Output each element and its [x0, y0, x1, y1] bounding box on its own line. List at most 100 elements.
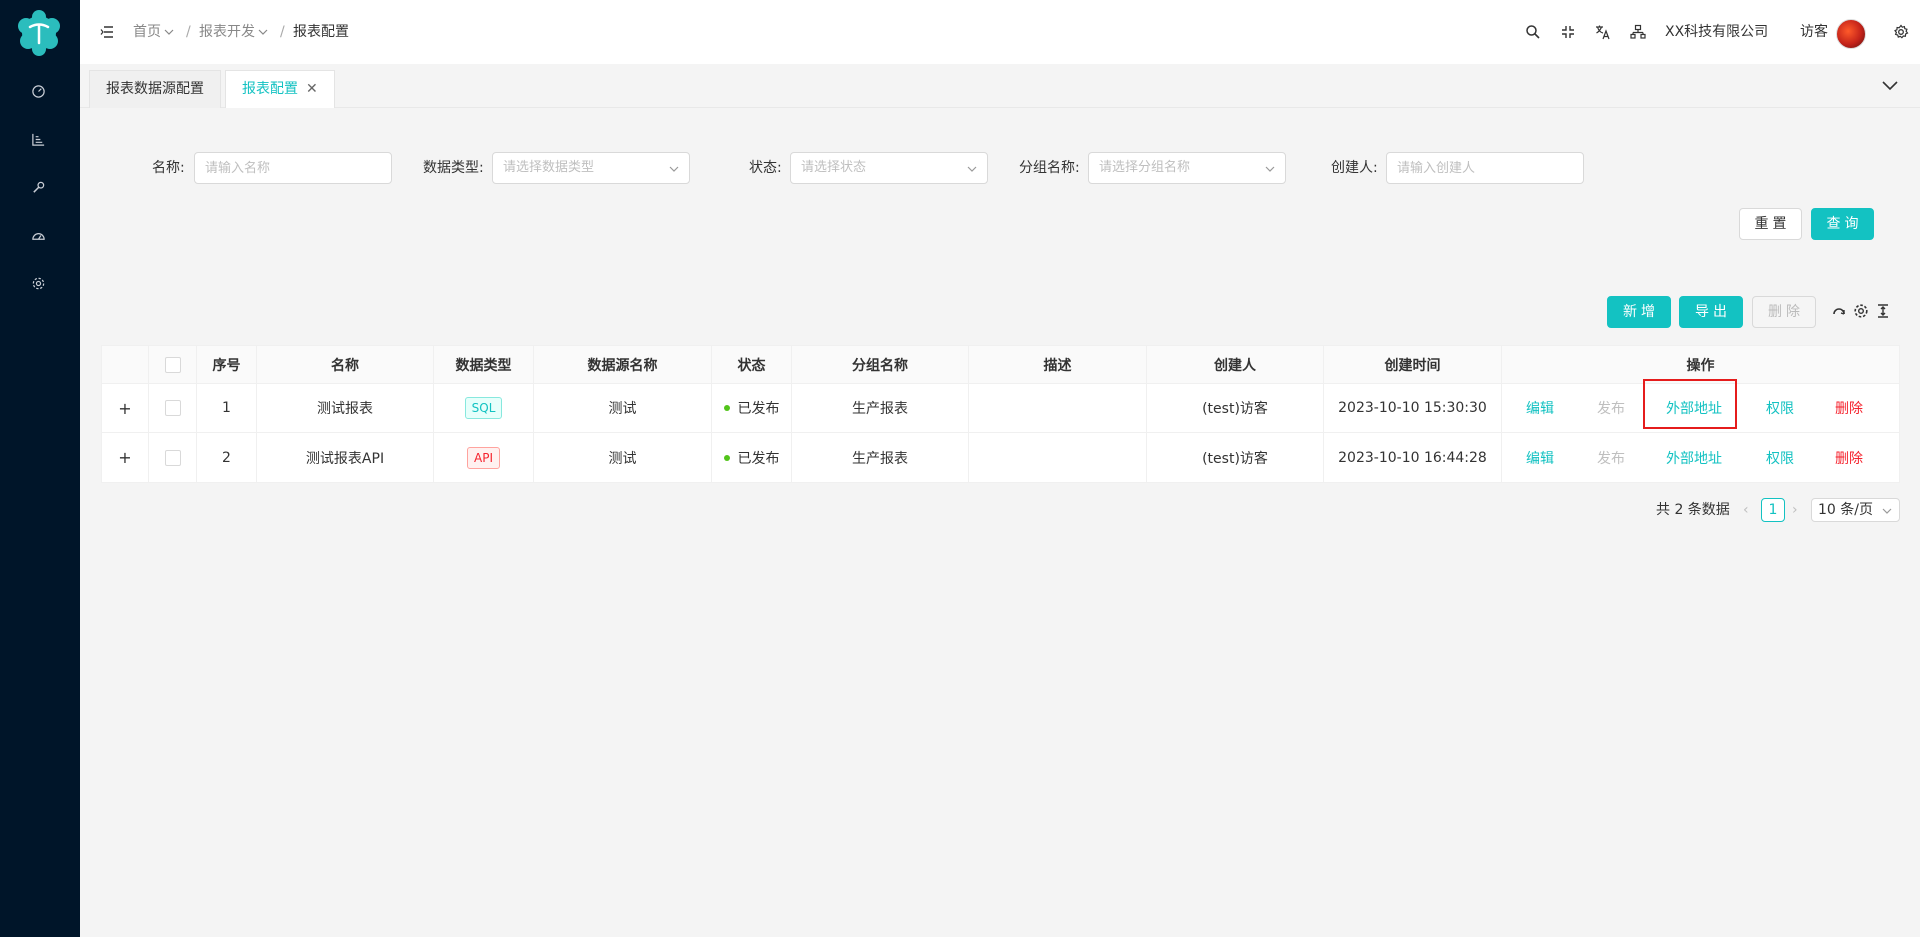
fullscreen-icon[interactable]	[1558, 22, 1578, 42]
breadcrumb-report-dev[interactable]: 报表开发	[199, 22, 268, 42]
avatar[interactable]	[1836, 19, 1866, 49]
chevron-down-icon	[258, 22, 268, 42]
chevron-down-icon	[1265, 166, 1275, 172]
pagination-total: 共 2 条数据	[1656, 502, 1730, 518]
row-select	[149, 384, 197, 432]
reset-button[interactable]: 重置	[1739, 208, 1802, 240]
status-select[interactable]: 请选择状态	[790, 152, 988, 184]
col-header[interactable]: 序号	[197, 346, 257, 383]
group-name-select[interactable]: 请选择分组名称	[1088, 152, 1286, 184]
col-header[interactable]: 数据源名称	[534, 346, 712, 383]
page-number-current[interactable]: 1	[1761, 498, 1785, 522]
row-created: 2023-10-10 16:44:28	[1324, 433, 1502, 482]
row-index: 1	[197, 384, 257, 432]
dashboard-icon[interactable]	[28, 81, 48, 101]
col-header[interactable]: 创建时间	[1324, 346, 1502, 383]
close-icon[interactable]: ✕	[306, 71, 318, 108]
expand-row-button[interactable]: +	[102, 384, 149, 432]
chevron-down-icon[interactable]	[1880, 76, 1900, 96]
row-status: 已发布	[712, 433, 792, 482]
user-name[interactable]: 访客	[1800, 22, 1828, 42]
delete-link[interactable]: 删除	[1835, 384, 1863, 432]
status-text: 已发布	[737, 401, 780, 417]
table-header: 序号 名称 数据类型 数据源名称 状态 分组名称 描述 创建人 创建时间 操作	[102, 346, 1899, 384]
publish-link[interactable]: 发布	[1597, 433, 1625, 482]
col-header[interactable]: 数据类型	[434, 346, 534, 383]
publish-link[interactable]: 发布	[1597, 384, 1625, 432]
row-name: 测试报表	[257, 384, 434, 432]
col-header[interactable]: 名称	[257, 346, 434, 383]
data-type-placeholder: 请选择数据类型	[503, 160, 595, 175]
refresh-icon[interactable]	[1830, 302, 1848, 320]
chart-icon[interactable]	[28, 129, 48, 149]
row-status: 已发布	[712, 384, 792, 432]
export-button[interactable]: 导出	[1679, 296, 1743, 328]
type-tag: SQL	[464, 397, 503, 419]
gear-icon[interactable]	[1891, 22, 1911, 42]
header-expand	[102, 346, 149, 383]
translate-icon[interactable]	[1593, 22, 1613, 42]
external-address-link[interactable]: 外部地址	[1666, 433, 1722, 482]
chevron-down-icon	[1882, 508, 1892, 514]
tab-report-config[interactable]: 报表配置 ✕	[225, 70, 335, 108]
sitemap-icon[interactable]	[1628, 22, 1648, 42]
app-logo[interactable]	[15, 9, 63, 57]
menu-fold-icon[interactable]	[97, 22, 117, 42]
settings-icon[interactable]	[28, 273, 48, 293]
breadcrumb-home[interactable]: 首页	[133, 22, 174, 42]
prev-page-icon[interactable]: ‹	[1743, 500, 1749, 520]
permission-link[interactable]: 权限	[1766, 433, 1794, 482]
row-checkbox[interactable]	[164, 400, 181, 416]
col-header[interactable]: 操作	[1502, 346, 1899, 383]
column-settings-icon[interactable]	[1852, 302, 1870, 320]
row-creator: (test)访客	[1147, 384, 1324, 432]
name-input[interactable]	[194, 152, 392, 184]
row-source: 测试	[534, 384, 712, 432]
header-select-all	[149, 346, 197, 383]
next-page-icon[interactable]: ›	[1792, 500, 1798, 520]
data-type-select[interactable]: 请选择数据类型	[492, 152, 690, 184]
expand-row-button[interactable]: +	[102, 433, 149, 482]
col-header[interactable]: 创建人	[1147, 346, 1324, 383]
page-size-select[interactable]: 10 条/页	[1811, 498, 1900, 522]
filter-creator-label: 创建人:	[1331, 160, 1378, 176]
query-button[interactable]: 查询	[1811, 208, 1874, 240]
row-group: 生产报表	[792, 433, 969, 482]
col-header[interactable]: 描述	[969, 346, 1147, 383]
density-icon[interactable]	[1874, 302, 1892, 320]
col-header[interactable]: 分组名称	[792, 346, 969, 383]
edit-link[interactable]: 编辑	[1526, 384, 1554, 432]
status-text: 已发布	[737, 450, 780, 467]
tab-bar: 报表数据源配置 报表配置 ✕	[80, 64, 1920, 108]
row-group: 生产报表	[792, 384, 969, 432]
row-desc	[969, 433, 1147, 482]
tool-icon[interactable]	[28, 177, 48, 197]
filter-data-type-label: 数据类型:	[423, 160, 484, 176]
company-name[interactable]: XX科技有限公司	[1665, 22, 1768, 42]
row-checkbox[interactable]	[164, 449, 181, 466]
creator-input[interactable]	[1386, 152, 1584, 184]
status-dot	[723, 405, 730, 411]
filter-status-label: 状态:	[749, 160, 782, 176]
chevron-down-icon	[669, 166, 679, 172]
permission-link[interactable]: 权限	[1766, 384, 1794, 432]
delete-button[interactable]: 删除	[1752, 296, 1816, 328]
breadcrumb-separator: /	[186, 24, 191, 40]
tab-report-datasource[interactable]: 报表数据源配置	[89, 70, 221, 108]
col-header[interactable]: 状态	[712, 346, 792, 383]
type-tag: API	[467, 446, 500, 469]
row-created: 2023-10-10 15:30:30	[1324, 384, 1502, 432]
filter-name-label: 名称:	[152, 160, 185, 176]
row-type: SQL	[434, 384, 534, 432]
select-all-checkbox[interactable]	[164, 356, 181, 373]
add-button[interactable]: 新增	[1607, 296, 1671, 328]
delete-link[interactable]: 删除	[1835, 433, 1863, 482]
row-source: 测试	[534, 433, 712, 482]
search-icon[interactable]	[1523, 22, 1543, 42]
row-desc	[969, 384, 1147, 432]
group-name-placeholder: 请选择分组名称	[1099, 160, 1191, 175]
edit-link[interactable]: 编辑	[1526, 433, 1554, 482]
filter-group-label: 分组名称:	[1019, 160, 1080, 176]
top-header: 首页 / 报表开发 / 报表配置 XX科技有限公司 访客	[80, 0, 1920, 64]
gauge-icon[interactable]	[28, 225, 48, 245]
